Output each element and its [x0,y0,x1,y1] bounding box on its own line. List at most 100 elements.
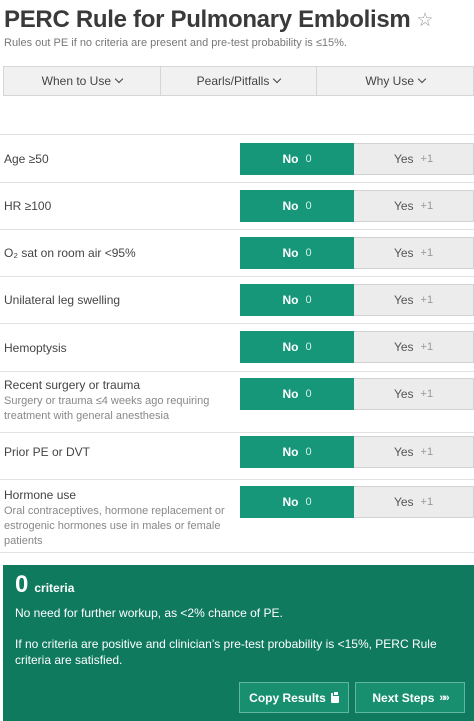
criterion-description: Oral contraceptives, hormone replacement… [4,505,225,547]
page-title: PERC Rule for Pulmonary Embolism [4,6,411,33]
criterion-row-hormone-use: Hormone use Oral contraceptives, hormone… [0,479,474,553]
favorite-star-icon[interactable]: ☆ [416,11,433,30]
yes-points: +1 [420,200,434,212]
yes-points: +1 [420,446,434,458]
criterion-row-hr: HR ≥100 No 0 Yes +1 [0,182,474,229]
criterion-toggle: No 0 Yes +1 [240,190,474,222]
tab-label: When to Use [41,74,112,88]
yes-button[interactable]: Yes +1 [354,190,474,222]
no-label: No [282,340,299,354]
tab-pearls-pitfalls[interactable]: Pearls/Pitfalls [161,67,318,95]
tab-label: Why Use [365,74,415,88]
criterion-label: O₂ sat on room air <95% [4,246,136,260]
result-panel: 0 criteria No need for further workup, a… [3,565,474,721]
tab-when-to-use[interactable]: When to Use [4,67,161,95]
no-button[interactable]: No 0 [240,284,354,316]
result-note: If no criteria are positive and clinicia… [15,637,437,667]
criterion-toggle: No 0 Yes +1 [240,143,474,175]
next-steps-button[interactable]: Next Steps »» [355,682,465,713]
criterion-label: Hormone use [4,488,77,502]
score-line: 0 criteria [15,571,74,599]
no-label: No [282,293,299,307]
no-label: No [282,152,299,166]
clipboard-icon [330,690,339,703]
yes-button[interactable]: Yes +1 [354,284,474,316]
score-value: 0 [15,571,29,598]
yes-button[interactable]: Yes +1 [354,378,474,410]
criterion-toggle: No 0 Yes +1 [240,436,474,468]
criterion-row-prior-pe-dvt: Prior PE or DVT No 0 Yes +1 [0,432,474,479]
criterion-toggle: No 0 Yes +1 [240,284,474,316]
criterion-toggle: No 0 Yes +1 [240,331,474,363]
yes-label: Yes [393,495,414,509]
no-points: 0 [305,294,312,306]
no-label: No [282,387,299,401]
no-points: 0 [305,247,312,259]
no-button[interactable]: No 0 [240,190,354,222]
no-button[interactable]: No 0 [240,143,354,175]
chevron-down-icon [273,74,282,84]
yes-label: Yes [393,340,414,354]
next-steps-label: Next Steps [372,690,435,705]
no-label: No [282,495,299,509]
criterion-row-age: Age ≥50 No 0 Yes +1 [0,134,474,182]
no-label: No [282,246,299,260]
no-button[interactable]: No 0 [240,378,354,410]
copy-results-button[interactable]: Copy Results [239,682,349,713]
criteria-list: Age ≥50 No 0 Yes +1 HR ≥100 No 0 Yes +1 O₂ s… [0,134,474,553]
no-button[interactable]: No 0 [240,331,354,363]
criterion-toggle: No 0 Yes +1 [240,486,474,518]
no-button[interactable]: No 0 [240,237,354,269]
no-points: 0 [305,496,312,508]
result-interpretation: No need for further workup, as <2% chanc… [15,606,283,620]
criterion-label: Recent surgery or trauma [4,378,141,392]
info-tabs: When to Use Pearls/Pitfalls Why Use [3,66,474,96]
yes-points: +1 [420,341,434,353]
yes-label: Yes [393,445,414,459]
criterion-label: HR ≥100 [4,199,52,213]
yes-points: +1 [420,294,434,306]
no-label: No [282,445,299,459]
no-button[interactable]: No 0 [240,486,354,518]
tab-label: Pearls/Pitfalls [196,74,270,88]
criterion-row-hemoptysis: Hemoptysis No 0 Yes +1 [0,323,474,371]
criterion-toggle: No 0 Yes +1 [240,237,474,269]
criterion-label-block: Hormone use Oral contraceptives, hormone… [4,488,229,549]
criterion-label-block: Recent surgery or trauma Surgery or trau… [4,378,229,424]
criterion-row-leg-swelling: Unilateral leg swelling No 0 Yes +1 [0,276,474,323]
no-points: 0 [305,153,312,165]
tab-why-use[interactable]: Why Use [317,67,473,95]
yes-button[interactable]: Yes +1 [354,436,474,468]
criterion-label: Unilateral leg swelling [4,293,121,307]
yes-button[interactable]: Yes +1 [354,486,474,518]
yes-label: Yes [393,246,414,260]
copy-results-label: Copy Results [249,690,326,705]
no-button[interactable]: No 0 [240,436,354,468]
yes-points: +1 [420,388,434,400]
title-row: PERC Rule for Pulmonary Embolism ☆ [4,6,434,34]
no-points: 0 [305,446,312,458]
yes-label: Yes [393,199,414,213]
double-chevron-right-icon: »» [439,691,449,704]
yes-label: Yes [393,293,414,307]
criterion-description: Surgery or trauma ≤4 weeks ago requiring… [4,395,210,422]
yes-label: Yes [393,387,414,401]
yes-button[interactable]: Yes +1 [354,143,474,175]
yes-points: +1 [420,496,434,508]
criterion-label: Prior PE or DVT [4,445,91,459]
page-subtitle: Rules out PE if no criteria are present … [4,37,347,49]
no-points: 0 [305,200,312,212]
yes-points: +1 [420,247,434,259]
yes-button[interactable]: Yes +1 [354,237,474,269]
yes-button[interactable]: Yes +1 [354,331,474,363]
criterion-label: Hemoptysis [4,341,67,355]
criterion-toggle: No 0 Yes +1 [240,378,474,410]
chevron-down-icon [417,74,427,84]
yes-label: Yes [393,152,414,166]
score-unit: criteria [34,581,75,595]
criterion-row-o2-sat: O₂ sat on room air <95% No 0 Yes +1 [0,229,474,276]
criterion-row-recent-surgery: Recent surgery or trauma Surgery or trau… [0,371,474,432]
no-points: 0 [305,388,312,400]
chevron-down-icon [114,74,124,84]
no-label: No [282,199,299,213]
